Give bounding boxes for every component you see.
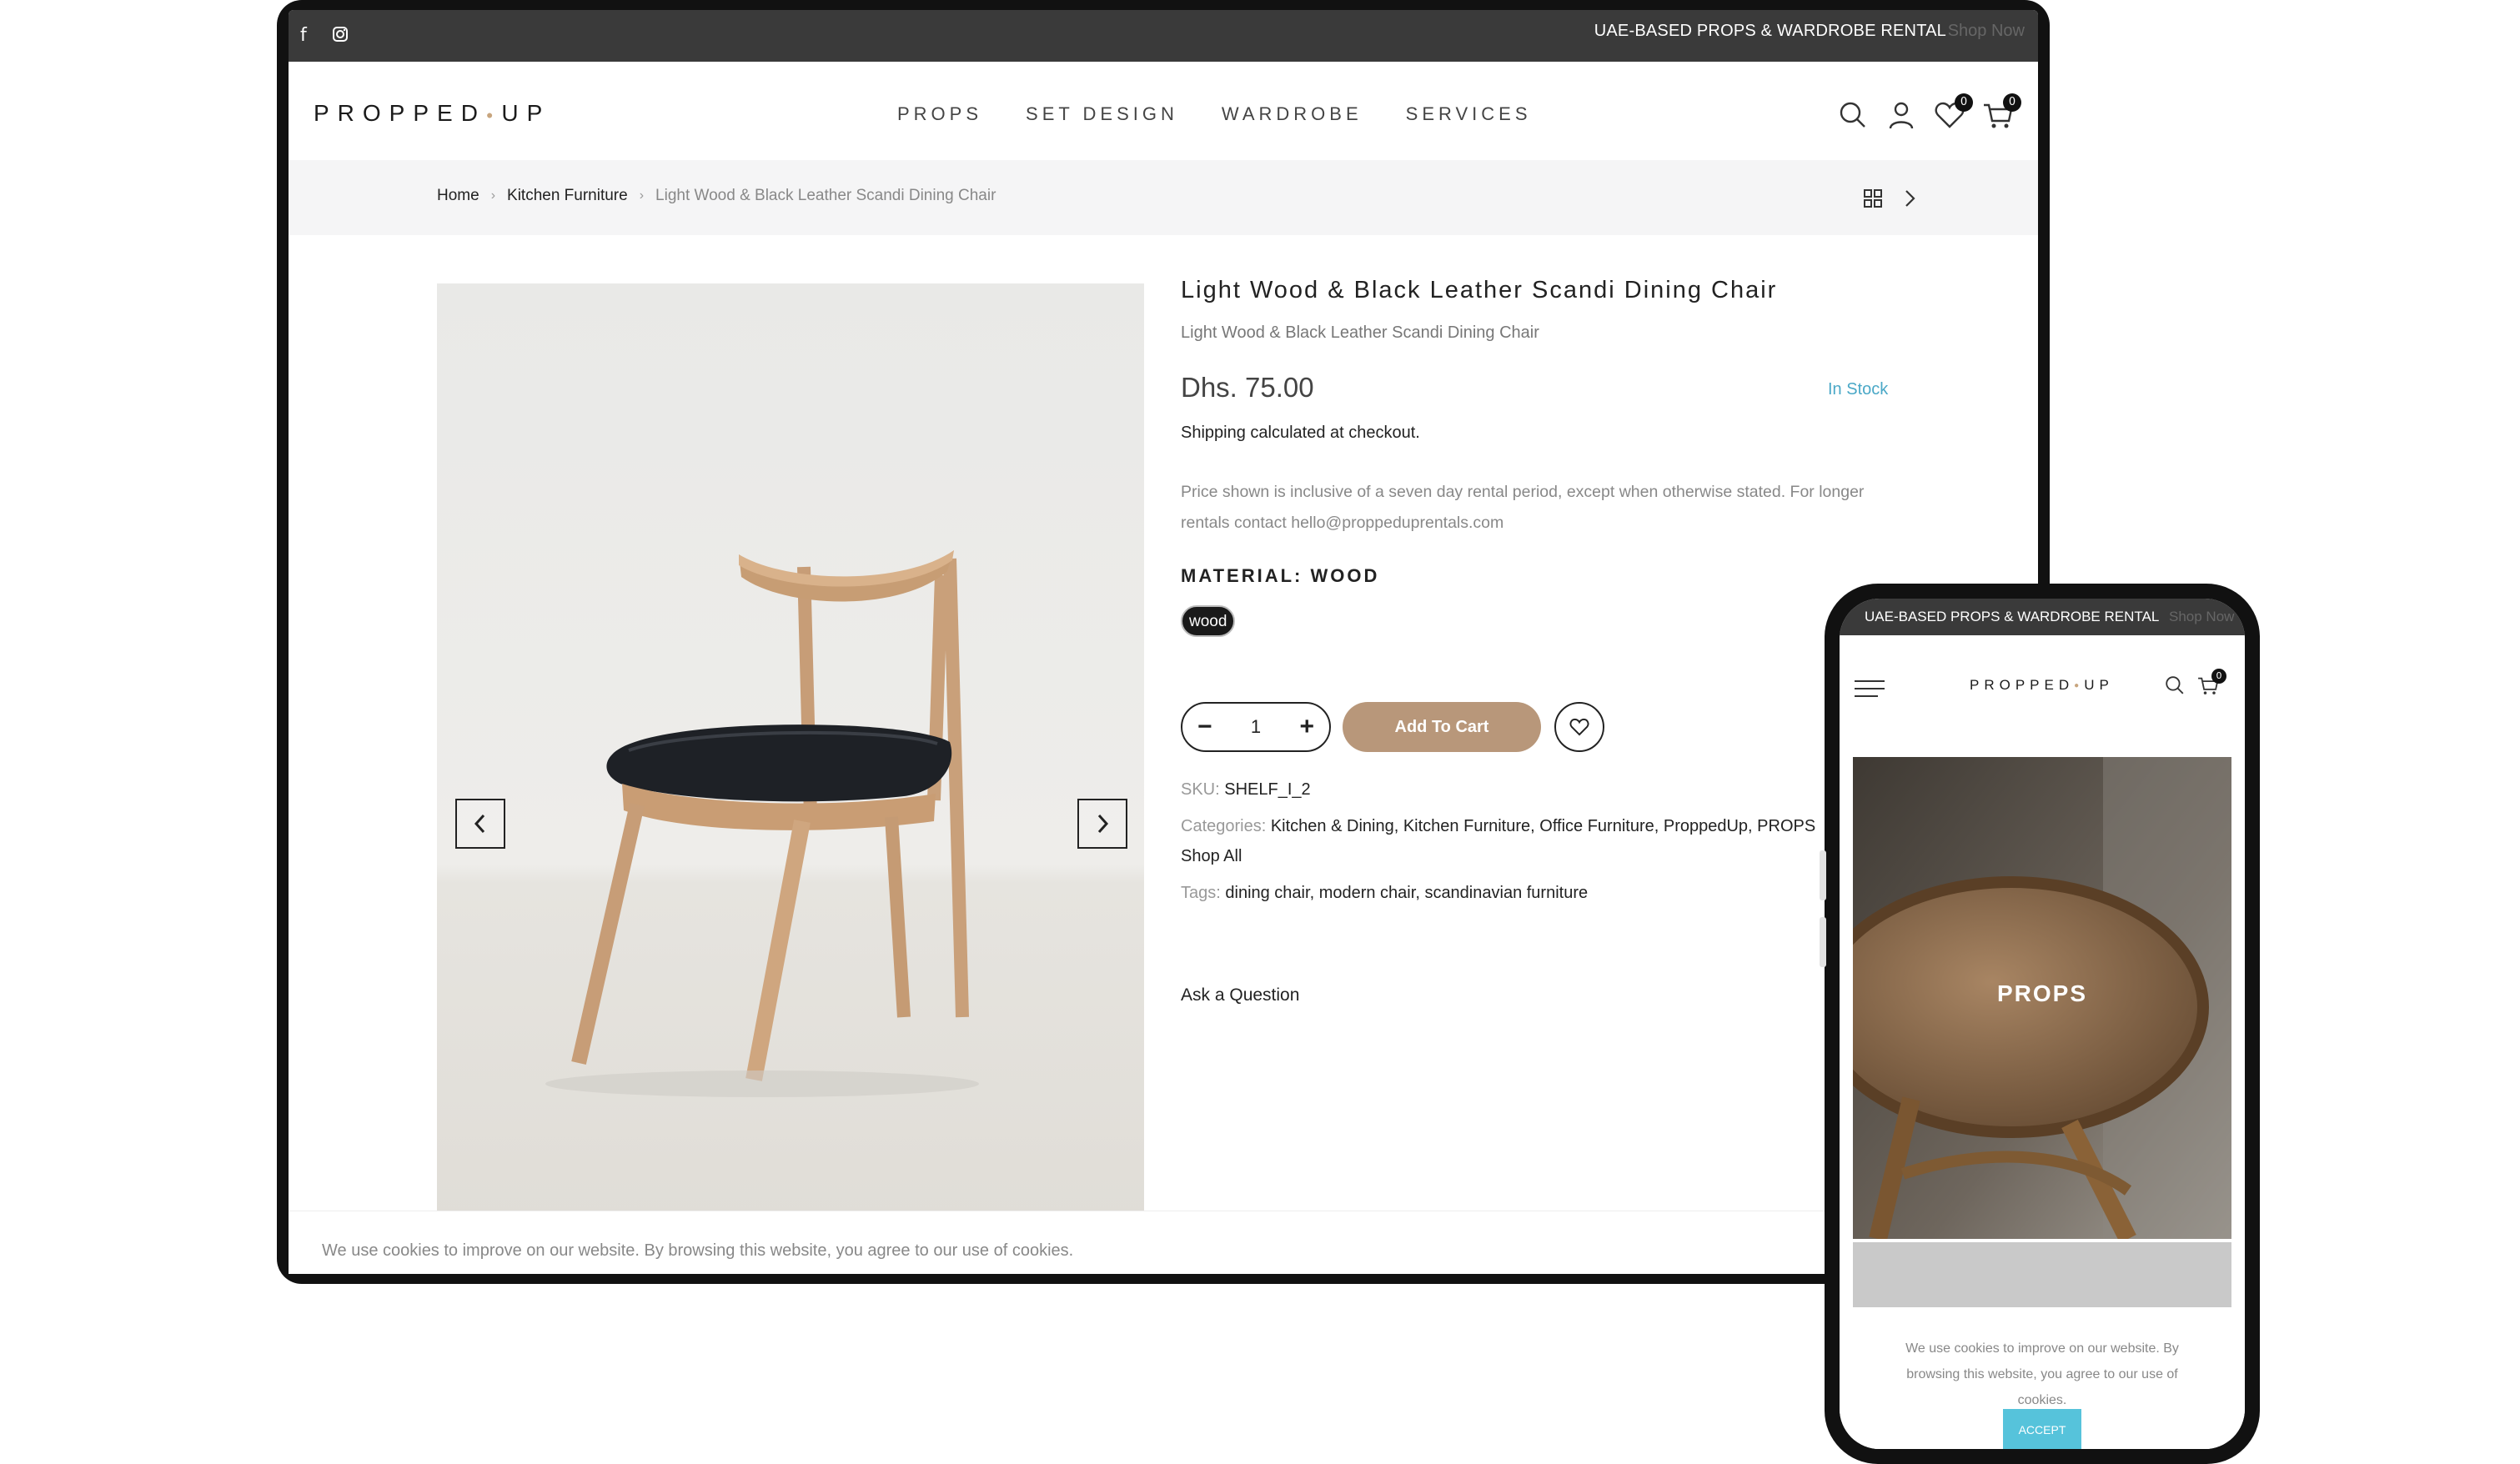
instagram-icon[interactable] (332, 25, 349, 50)
breadcrumb-current: Light Wood & Black Leather Scandi Dining… (655, 187, 996, 204)
site-logo[interactable]: PROPPED●UP (314, 100, 550, 127)
phone-device-frame: UAE-BASED PROPS & WARDROBE RENTAL Shop N… (1820, 584, 2260, 1464)
rental-note: Price shown is inclusive of a seven day … (1181, 483, 1865, 532)
product-image[interactable] (437, 283, 1144, 1221)
category-link[interactable]: Shop All (1181, 847, 1242, 866)
arrow-right-icon (1097, 814, 1109, 834)
add-to-wishlist-button[interactable] (1554, 702, 1604, 752)
breadcrumb: Home › Kitchen Furniture › Light Wood & … (437, 187, 996, 205)
prev-image-button[interactable] (455, 799, 505, 849)
chevron-right-icon: › (490, 188, 496, 203)
cookie-banner: We use cookies to improve on our website… (289, 1211, 2038, 1274)
nav-item-wardrobe[interactable]: WARDROBE (1222, 103, 1363, 125)
tag-link[interactable]: scandinavian furniture (1424, 884, 1588, 902)
site-header: PROPPED●UP PROPS SET DESIGN WARDROBE SER… (289, 62, 2038, 160)
cart-icon[interactable]: 0 (1981, 93, 2021, 132)
phone-shop-now-link[interactable]: Shop Now (2169, 609, 2234, 625)
nav-item-services[interactable]: SERVICES (1406, 103, 1532, 125)
phone-cookie-banner: We use cookies to improve on our website… (1840, 1307, 2245, 1449)
minus-icon[interactable]: − (1197, 714, 1212, 740)
next-image-button[interactable] (1077, 799, 1127, 849)
quantity-input[interactable]: 1 (1251, 716, 1261, 738)
phone-hero-title: PROPS (1996, 980, 2088, 1006)
quantity-stepper: − 1 + (1181, 702, 1331, 752)
phone-hero-banner[interactable]: PROPS (1853, 757, 2231, 1239)
nav-item-set-design[interactable]: SET DESIGN (1026, 103, 1178, 125)
chair-illustration (437, 283, 1144, 1221)
heart-icon (1569, 718, 1589, 736)
product-price: Dhs. 75.00 (1181, 372, 1314, 403)
phone-announcement-text: UAE-BASED PROPS & WARDROBE RENTAL (1865, 609, 2160, 624)
phone-volume-button (1820, 850, 1826, 900)
wishlist-count-badge: 0 (1955, 93, 1973, 112)
next-product-icon[interactable] (1901, 188, 1918, 212)
category-link[interactable]: Kitchen & Dining (1271, 817, 1394, 835)
phone-screen: UAE-BASED PROPS & WARDROBE RENTAL Shop N… (1840, 599, 2245, 1449)
breadcrumb-home[interactable]: Home (437, 187, 479, 205)
phone-site-logo[interactable]: PROPPED●UP (1970, 677, 2114, 694)
announcement-bar: f UAE-BASED PROPS & WARDROBE RENTAL Shop… (289, 10, 2038, 62)
category-link[interactable]: ProppedUp (1664, 817, 1748, 835)
grid-icon[interactable] (1863, 188, 1883, 212)
search-icon[interactable] (2163, 674, 2186, 700)
product-title: Light Wood & Black Leather Scandi Dining… (1181, 277, 1778, 303)
facebook-icon[interactable]: f (300, 23, 307, 48)
shop-now-link[interactable]: Shop Now (1948, 22, 2025, 41)
wishlist-icon[interactable]: 0 (1933, 93, 1973, 132)
phone-announcement-bar: UAE-BASED PROPS & WARDROBE RENTAL Shop N… (1840, 599, 2245, 635)
arrow-left-icon (474, 814, 485, 834)
tag-link[interactable]: dining chair (1225, 884, 1309, 902)
accept-cookies-button[interactable]: ACCEPT (2003, 1409, 2081, 1449)
phone-cart-count-badge: 0 (2211, 669, 2226, 684)
cart-icon[interactable]: 0 (2196, 669, 2226, 697)
plus-icon[interactable]: + (1299, 714, 1314, 740)
phone-next-banner (1853, 1242, 2231, 1307)
material-option-wood[interactable]: wood (1181, 605, 1236, 637)
category-link[interactable]: Office Furniture (1539, 817, 1654, 835)
categories-row: Categories: Kitchen & Dining, Kitchen Fu… (1181, 817, 1816, 835)
product-subtitle: Light Wood & Black Leather Scandi Dining… (1181, 323, 1539, 342)
category-link[interactable]: Kitchen Furniture (1403, 817, 1530, 835)
hamburger-icon[interactable] (1853, 679, 1886, 702)
main-nav: PROPS SET DESIGN WARDROBE SERVICES (897, 103, 1532, 125)
breadcrumb-category[interactable]: Kitchen Furniture (507, 187, 628, 205)
tag-link[interactable]: modern chair (1319, 884, 1416, 902)
search-icon[interactable] (1836, 98, 1870, 132)
phone-volume-button (1820, 917, 1826, 967)
shipping-note: Shipping calculated at checkout. (1181, 424, 1420, 442)
add-to-cart-button[interactable]: Add To Cart (1343, 702, 1541, 752)
chevron-right-icon: › (639, 188, 645, 203)
material-label: MATERIAL: WOOD (1181, 565, 1380, 586)
stock-status: In Stock (1828, 380, 1889, 399)
desktop-screen: f UAE-BASED PROPS & WARDROBE RENTAL Shop… (289, 10, 2038, 1274)
desktop-device-frame: f UAE-BASED PROPS & WARDROBE RENTAL Shop… (277, 0, 2050, 1284)
breadcrumb-bar: Home › Kitchen Furniture › Light Wood & … (289, 160, 2038, 235)
tags-row: Tags: dining chair, modern chair, scandi… (1181, 884, 1589, 902)
phone-cookie-text: We use cookies to improve on our website… (1905, 1341, 2179, 1407)
cookie-text: We use cookies to improve on our website… (322, 1241, 1074, 1260)
ask-question-link[interactable]: Ask a Question (1181, 985, 1299, 1005)
phone-header: PROPPED●UP 0 (1840, 635, 2245, 715)
cart-count-badge: 0 (2003, 93, 2021, 112)
announcement-text: UAE-BASED PROPS & WARDROBE RENTAL (1594, 22, 1946, 40)
category-link[interactable]: PROPS (1757, 817, 1815, 835)
nav-item-props[interactable]: PROPS (897, 103, 982, 125)
sku-row: SKU: SHELF_I_2 (1181, 780, 1311, 799)
sku-value: SHELF_I_2 (1224, 780, 1311, 799)
user-icon[interactable] (1885, 98, 1918, 132)
